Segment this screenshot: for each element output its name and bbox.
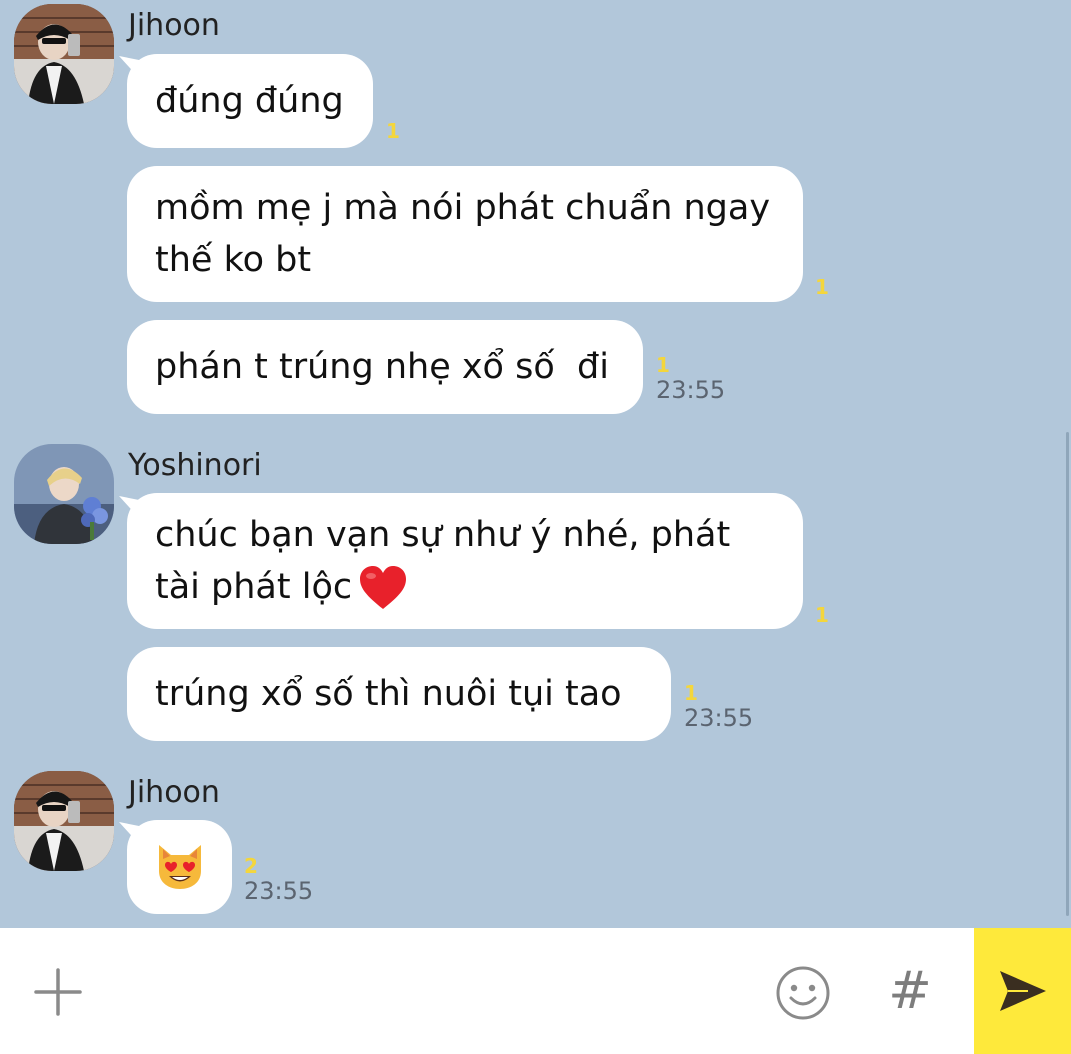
message-bubble[interactable]: đúng đúng [127, 54, 373, 148]
avatar-yoshinori[interactable] [14, 444, 114, 544]
send-button[interactable] [974, 928, 1071, 1054]
message-bubble[interactable] [127, 820, 232, 914]
message-text: mồm mẹ j mà nói phát chuẩn ngay thế ko b… [155, 188, 771, 280]
message-bubble[interactable]: phán t trúng nhẹ xổ số đi [127, 320, 643, 414]
avatar-jihoon[interactable] [14, 4, 114, 104]
plus-button[interactable] [30, 964, 86, 1020]
sender-name: Jihoon [128, 775, 220, 810]
heart-eyes-cat-icon [158, 845, 201, 889]
plus-icon [34, 968, 82, 1016]
hash-button[interactable]: # [884, 958, 936, 1024]
sender-name: Jihoon [128, 8, 220, 43]
message-meta: 1 23:55 [656, 354, 725, 404]
message-time: 23:55 [244, 877, 314, 905]
message-meta: 1 23:55 [684, 682, 753, 732]
message-time: 23:55 [684, 704, 754, 732]
unread-count: 2 [244, 854, 258, 878]
sender-name: Yoshinori [128, 448, 262, 483]
unread-count: 1 [684, 681, 698, 705]
message-bubble[interactable]: trúng xổ số thì nuôi tụi tao [127, 647, 671, 741]
message-text: phán t trúng nhẹ xổ số đi [155, 347, 609, 387]
message-bubble[interactable]: mồm mẹ j mà nói phát chuẩn ngay thế ko b… [127, 166, 803, 302]
unread-count: 1 [815, 603, 829, 627]
message-text: chúc bạn vạn sự như ý nhé, phát tài phát… [155, 515, 731, 607]
message-meta: 1 [386, 120, 400, 142]
message-text: trúng xổ số thì nuôi tụi tao [155, 674, 622, 714]
red-heart-icon [360, 566, 407, 609]
emoticon-icon [776, 966, 830, 1020]
message-meta: 1 [815, 604, 829, 626]
message-time: 23:55 [656, 376, 726, 404]
message-text-wrap: chúc bạn vạn sự như ý nhé, phát tài phát… [155, 509, 730, 613]
message-bubble[interactable]: chúc bạn vạn sự như ý nhé, phát tài phát… [127, 493, 803, 629]
unread-count: 1 [815, 275, 829, 299]
message-input-bar: # [0, 928, 1071, 1054]
message-input[interactable] [110, 958, 754, 1026]
unread-count: 1 [386, 119, 400, 143]
message-meta: 1 [815, 276, 829, 298]
scrollbar[interactable] [1066, 432, 1069, 916]
message-meta: 2 23:55 [244, 855, 313, 905]
message-text: đúng đúng [155, 81, 344, 121]
chat-area[interactable]: Jihoon đúng đúng 1 mồm mẹ j mà nói phát … [0, 0, 1071, 928]
emoticon-button[interactable] [774, 964, 832, 1022]
send-icon [999, 971, 1046, 1011]
avatar-jihoon[interactable] [14, 771, 114, 871]
unread-count: 1 [656, 353, 670, 377]
